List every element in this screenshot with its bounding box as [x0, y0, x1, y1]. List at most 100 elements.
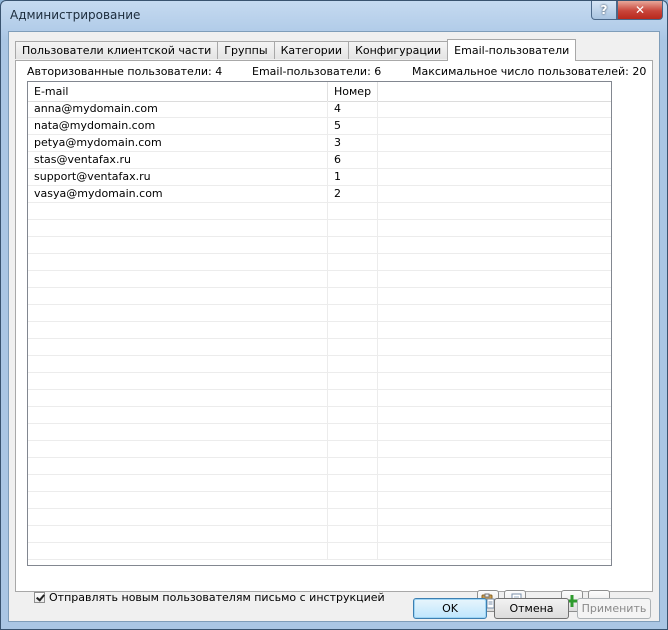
- grid-header: E-mail Номер: [28, 82, 611, 102]
- email-cell: [28, 339, 328, 355]
- empty-row[interactable]: [28, 543, 611, 560]
- title-bar: Администрирование ? ✕: [1, 1, 667, 31]
- email-cell: [28, 220, 328, 236]
- empty-row[interactable]: [28, 237, 611, 254]
- help-button[interactable]: ?: [591, 1, 617, 20]
- email-cell: nata@mydomain.com: [28, 118, 328, 134]
- empty-row[interactable]: [28, 441, 611, 458]
- email-cell: petya@mydomain.com: [28, 135, 328, 151]
- empty-row[interactable]: [28, 458, 611, 475]
- number-cell: [328, 254, 378, 270]
- email-users-grid[interactable]: E-mail Номер anna@mydomain.com 4 nata@mydo…: [27, 81, 612, 566]
- email-cell: [28, 254, 328, 270]
- admin-window: Администрирование ? ✕ Пользователи клиен…: [0, 0, 668, 630]
- empty-row[interactable]: [28, 203, 611, 220]
- send-instructions-label: Отправлять новым пользователям письмо с …: [49, 591, 385, 604]
- number-cell: [328, 509, 378, 525]
- empty-row[interactable]: [28, 305, 611, 322]
- number-cell: 1: [328, 169, 378, 185]
- number-cell: [328, 543, 378, 559]
- tab-email-users[interactable]: Email-пользователи: [447, 39, 577, 61]
- empty-row[interactable]: [28, 526, 611, 543]
- close-icon: ✕: [634, 3, 646, 17]
- email-cell: [28, 441, 328, 457]
- number-cell: [328, 475, 378, 491]
- number-cell: [328, 373, 378, 389]
- email-cell: [28, 203, 328, 219]
- number-cell: [328, 424, 378, 440]
- apply-button[interactable]: Применить: [577, 598, 651, 619]
- email-cell: [28, 288, 328, 304]
- number-cell: [328, 271, 378, 287]
- tab-groups[interactable]: Группы: [217, 41, 274, 59]
- empty-row[interactable]: [28, 407, 611, 424]
- empty-row[interactable]: [28, 322, 611, 339]
- email-users-count: Email-пользователи: 6: [252, 65, 382, 78]
- table-row[interactable]: petya@mydomain.com 3: [28, 135, 611, 152]
- email-cell: [28, 373, 328, 389]
- tab-configurations[interactable]: Конфигурации: [348, 41, 448, 59]
- empty-row[interactable]: [28, 424, 611, 441]
- empty-row[interactable]: [28, 254, 611, 271]
- number-cell: [328, 458, 378, 474]
- number-cell: [328, 305, 378, 321]
- tab-strip: Пользователи клиентской части Группы Кат…: [15, 38, 577, 61]
- max-users-count: Максимальное число пользователей: 20: [412, 65, 647, 78]
- column-header-email[interactable]: E-mail: [28, 82, 328, 101]
- email-users-panel: Авторизованные пользователи: 4 Email-пол…: [15, 60, 653, 612]
- cancel-button[interactable]: Отмена: [494, 598, 569, 619]
- email-cell: [28, 356, 328, 372]
- email-cell: [28, 305, 328, 321]
- email-cell: [28, 526, 328, 542]
- empty-row[interactable]: [28, 271, 611, 288]
- empty-row[interactable]: [28, 356, 611, 373]
- table-row[interactable]: stas@ventafax.ru 6: [28, 152, 611, 169]
- authorized-users-count: Авторизованные пользователи: 4: [27, 65, 223, 78]
- email-cell: [28, 271, 328, 287]
- send-instructions-option[interactable]: Отправлять новым пользователям письмо с …: [34, 591, 385, 604]
- table-row[interactable]: vasya@mydomain.com 2: [28, 186, 611, 203]
- number-cell: 5: [328, 118, 378, 134]
- table-row[interactable]: support@ventafax.ru 1: [28, 169, 611, 186]
- help-icon: ?: [600, 3, 608, 17]
- number-cell: 3: [328, 135, 378, 151]
- number-cell: 4: [328, 101, 378, 117]
- number-cell: 6: [328, 152, 378, 168]
- number-cell: [328, 390, 378, 406]
- empty-row[interactable]: [28, 373, 611, 390]
- empty-row[interactable]: [28, 475, 611, 492]
- tab-label: Пользователи клиентской части: [22, 44, 212, 57]
- column-header-number[interactable]: Номер: [328, 82, 378, 101]
- empty-row[interactable]: [28, 288, 611, 305]
- email-cell: [28, 509, 328, 525]
- empty-row[interactable]: [28, 339, 611, 356]
- number-cell: [328, 288, 378, 304]
- number-cell: 2: [328, 186, 378, 202]
- tab-categories[interactable]: Категории: [273, 41, 349, 59]
- empty-row[interactable]: [28, 220, 611, 237]
- empty-row[interactable]: [28, 509, 611, 526]
- email-cell: support@ventafax.ru: [28, 169, 328, 185]
- tab-label: Email-пользователи: [454, 44, 570, 57]
- email-cell: [28, 407, 328, 423]
- number-cell: [328, 492, 378, 508]
- dialog-client-area: Пользователи клиентской части Группы Кат…: [8, 31, 660, 622]
- ok-button[interactable]: OK: [413, 598, 487, 619]
- number-cell: [328, 322, 378, 338]
- tab-client-users[interactable]: Пользователи клиентской части: [15, 41, 218, 59]
- email-cell: [28, 458, 328, 474]
- email-cell: [28, 492, 328, 508]
- close-button[interactable]: ✕: [617, 1, 663, 20]
- number-cell: [328, 220, 378, 236]
- email-cell: [28, 237, 328, 253]
- empty-row[interactable]: [28, 492, 611, 509]
- table-row[interactable]: nata@mydomain.com 5: [28, 118, 611, 135]
- table-row[interactable]: anna@mydomain.com 4: [28, 101, 611, 118]
- number-cell: [328, 237, 378, 253]
- email-cell: [28, 475, 328, 491]
- empty-row[interactable]: [28, 390, 611, 407]
- number-cell: [328, 339, 378, 355]
- send-instructions-checkbox[interactable]: [34, 592, 45, 603]
- email-cell: [28, 322, 328, 338]
- number-cell: [328, 203, 378, 219]
